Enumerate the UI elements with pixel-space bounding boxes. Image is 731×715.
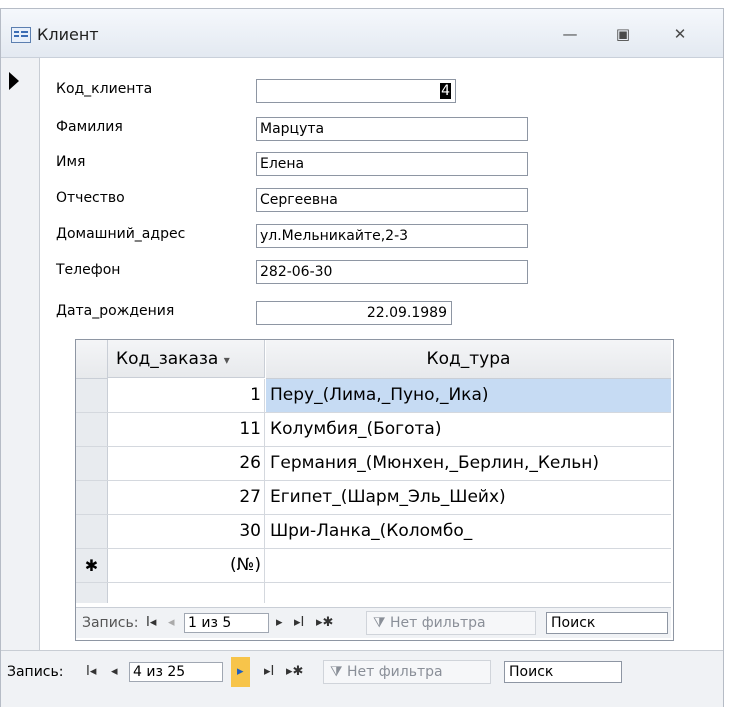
surname-field[interactable]: Марцута — [256, 117, 528, 141]
first-record-icon[interactable]: I◂ — [146, 608, 156, 638]
empty-area — [76, 583, 671, 603]
main-last-record-icon[interactable]: ▸I — [264, 657, 274, 687]
patronymic-field[interactable]: Сергеевна — [256, 188, 528, 212]
order-code-cell[interactable]: 1 — [108, 379, 265, 412]
client-code-field[interactable]: 4 — [256, 79, 456, 103]
row-selector[interactable] — [76, 413, 108, 446]
row-selector[interactable] — [76, 515, 108, 548]
close-button[interactable]: ✕ — [666, 23, 694, 45]
subform-filter-button[interactable]: ⧩ Нет фильтра — [366, 611, 536, 635]
table-row[interactable]: 26 Германия_(Мюнхен,_Берлин,_Кельн) — [76, 447, 671, 481]
current-record-arrow-icon — [9, 72, 19, 90]
row-selector — [76, 583, 108, 603]
label-surname: Фамилия — [56, 119, 123, 135]
order-code-cell[interactable]: 30 — [108, 515, 265, 548]
main-position-input[interactable]: 4 из 25 — [129, 662, 223, 682]
sort-dropdown-icon[interactable]: ▾ — [224, 353, 230, 367]
label-name: Имя — [56, 154, 86, 170]
new-record-row[interactable]: ✱ (№) — [76, 549, 671, 583]
main-record-label: Запись: — [7, 664, 64, 680]
label-home-address: Домашний_адрес — [56, 226, 186, 242]
subform-position-input[interactable]: 1 из 5 — [184, 613, 269, 633]
order-code-cell[interactable]: 27 — [108, 481, 265, 514]
restore-button[interactable]: ▣ — [609, 23, 637, 45]
tour-code-cell[interactable]: Перу_(Лима,_Пуно,_Ика) — [266, 379, 671, 412]
tour-code-cell[interactable]: Колумбия_(Богота) — [266, 413, 671, 446]
subform-record-label: Запись: — [82, 615, 139, 631]
row-selector[interactable] — [76, 481, 108, 514]
tour-code-cell[interactable]: Египет_(Шарм_Эль_Шейх) — [266, 481, 671, 514]
label-client-code: Код_клиента — [56, 81, 153, 97]
main-search-input[interactable]: Поиск — [504, 661, 622, 683]
main-navigation: Запись: I◂ ◂ 4 из 25 ▸ ▸I ▸✱ ⧩ Нет фильт… — [1, 657, 723, 687]
birth-date-field[interactable]: 22.09.1989 — [256, 301, 452, 325]
new-order-code-cell[interactable]: (№) — [108, 549, 265, 582]
order-code-cell[interactable]: 26 — [108, 447, 265, 480]
column-header-tour-code[interactable]: Код_тура — [266, 340, 671, 379]
form-window: Клиент — ▣ ✕ Код_клиента 4 Фамилия Марцу… — [0, 8, 724, 707]
title-bar: Клиент — ▣ ✕ — [1, 9, 723, 58]
record-selector[interactable] — [1, 58, 40, 650]
table-row[interactable]: 27 Египет_(Шарм_Эль_Шейх) — [76, 481, 671, 515]
filter-icon: ⧩ — [330, 664, 343, 680]
tour-code-cell[interactable]: Германия_(Мюнхен,_Берлин,_Кельн) — [266, 447, 671, 480]
tour-code-cell[interactable]: Шри-Ланка_(Коломбо_ — [266, 515, 671, 548]
prev-record-icon[interactable]: ◂ — [168, 608, 175, 638]
label-birth-date: Дата_рождения — [56, 303, 175, 319]
row-selector[interactable] — [76, 447, 108, 480]
orders-subform: Код_заказа ▾ Код_тура 1 Перу_(Лима,_Пуно… — [75, 339, 674, 641]
table-row[interactable]: 11 Колумбия_(Богота) — [76, 413, 671, 447]
main-prev-record-icon[interactable]: ◂ — [111, 657, 118, 687]
last-record-icon[interactable]: ▸I — [294, 608, 304, 638]
main-filter-button[interactable]: ⧩ Нет фильтра — [323, 660, 491, 684]
subform-navigation-bar: Запись: I◂ ◂ 1 из 5 ▸ ▸I ▸✱ ⧩ Нет фильтр… — [76, 607, 671, 638]
column-header-order-code[interactable]: Код_заказа ▾ — [108, 340, 265, 378]
table-row[interactable]: 30 Шри-Ланка_(Коломбо_ — [76, 515, 671, 549]
next-record-icon[interactable]: ▸ — [276, 608, 283, 638]
main-new-record-icon[interactable]: ▸✱ — [286, 657, 303, 687]
select-all-corner[interactable] — [76, 340, 108, 379]
row-selector[interactable] — [76, 379, 108, 412]
minimize-button[interactable]: — — [556, 23, 584, 45]
phone-field[interactable]: 282-06-30 — [256, 260, 528, 284]
filter-icon: ⧩ — [373, 615, 386, 631]
order-code-cell[interactable]: 11 — [108, 413, 265, 446]
new-record-icon: ✱ — [76, 549, 108, 582]
home-address-field[interactable]: ул.Мельникайте,2-3 — [256, 224, 528, 248]
empty-cell — [108, 583, 265, 603]
new-record-nav-icon[interactable]: ▸✱ — [316, 608, 333, 638]
main-first-record-icon[interactable]: I◂ — [86, 657, 96, 687]
label-phone: Телефон — [56, 262, 121, 278]
table-row[interactable]: 1 Перу_(Лима,_Пуно,_Ика) — [76, 379, 671, 413]
new-tour-code-cell[interactable] — [266, 549, 671, 582]
label-patronymic: Отчество — [56, 190, 125, 206]
main-next-record-icon[interactable]: ▸ — [231, 657, 250, 687]
window-title: Клиент — [37, 25, 99, 44]
subform-search-input[interactable]: Поиск — [546, 612, 668, 634]
main-navigation-bar: Запись: I◂ ◂ 4 из 25 ▸ ▸I ▸✱ ⧩ Нет фильт… — [1, 650, 723, 707]
form-icon — [11, 27, 31, 43]
name-field[interactable]: Елена — [256, 152, 528, 176]
